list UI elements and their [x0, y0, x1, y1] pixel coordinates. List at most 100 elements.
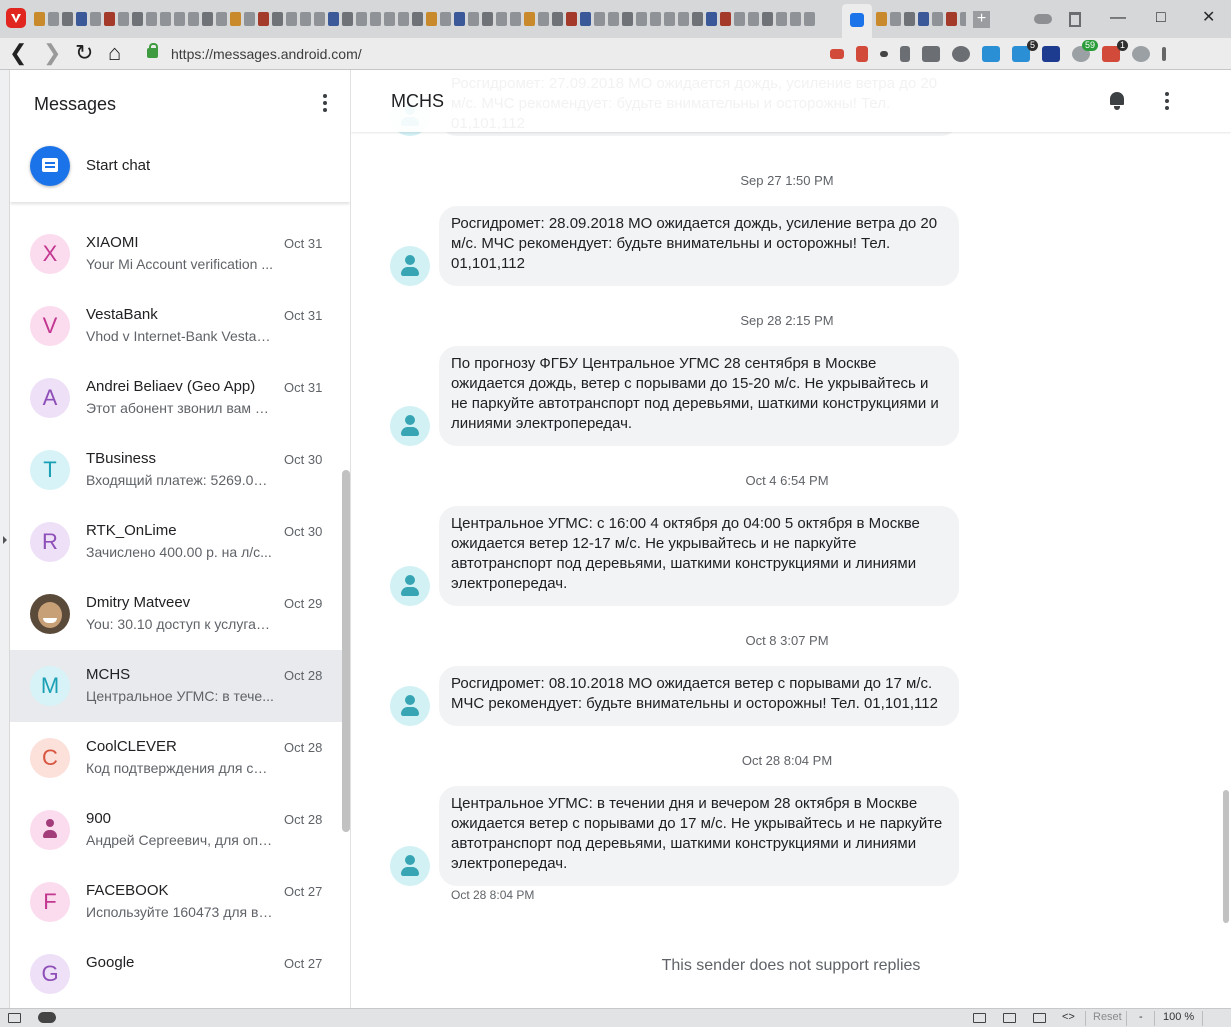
back-icon[interactable]: ❮: [9, 42, 27, 64]
extension-badge: 59: [1081, 40, 1098, 51]
conversation-preview: Используйте 160473 для вх...: [86, 904, 274, 920]
conversation-name: MCHS: [86, 666, 131, 683]
extension-badge: 1: [1116, 40, 1128, 51]
notifications-bell-icon[interactable]: [1109, 92, 1125, 110]
conversation-item[interactable]: M MCHS Центральное УГМС: в тече... Oct 28: [10, 650, 342, 722]
page-actions-icon[interactable]: <>: [1062, 1011, 1075, 1023]
avatar-letter: C: [30, 738, 70, 778]
notification-bell-icon[interactable]: [856, 46, 868, 62]
thread-scrollbar[interactable]: [1223, 790, 1229, 923]
conversation-date: Oct 31: [284, 380, 323, 395]
message-bubble[interactable]: Центральное УГМС: с 16:00 4 октября до 0…: [439, 506, 959, 606]
more-options-icon[interactable]: [323, 94, 327, 112]
message-bubble[interactable]: Росгидромет: 28.09.2018 МО ожидается дож…: [439, 206, 959, 286]
zoom-level[interactable]: 100 %: [1163, 1011, 1194, 1023]
contact-avatar-icon: [390, 846, 430, 886]
ublock-icon[interactable]: 1: [1102, 40, 1128, 62]
thread-more-options-icon[interactable]: [1165, 92, 1169, 110]
conversation-item[interactable]: T TBusiness Входящий платеж: 5269.00 ... Oc…: [10, 434, 342, 506]
conversation-preview: Центральное УГМС: в тече...: [86, 688, 274, 704]
url-field[interactable]: https://messages.android.com/: [171, 46, 362, 62]
extension-s-icon[interactable]: 5: [1012, 40, 1038, 62]
person-icon: [43, 819, 57, 841]
conversation-list: CConcertkz"Новогодняя Ёлка в Олимп...Nov…: [10, 162, 350, 1008]
conversation-name: Google: [86, 954, 135, 971]
conversation-item[interactable]: A Andrei Beliaev (Geo App) Этот абонент зв…: [10, 362, 342, 434]
avatar-letter: F: [30, 882, 70, 922]
pocket-icon[interactable]: [952, 46, 970, 62]
extension-jd-icon[interactable]: [922, 46, 940, 62]
address-bar: ❮ ❯ ↻ ⌂ https://messages.android.com/ 5 …: [0, 38, 1231, 70]
conversation-item[interactable]: 900 Андрей Сергеевич, для опл... Oct 28: [10, 794, 342, 866]
conversation-name: RTK_OnLime: [86, 522, 177, 539]
avatar-letter: G: [30, 954, 70, 994]
conversation-item[interactable]: V VestaBank Vhod v Internet-Bank VestaB...…: [10, 290, 342, 362]
more-extensions-icon[interactable]: [1162, 47, 1166, 61]
conversation-item[interactable]: F FACEBOOK Используйте 160473 для вх... Oct…: [10, 866, 342, 938]
conversation-name: FACEBOOK: [86, 882, 169, 899]
avatar-letter: X: [30, 234, 70, 274]
minimize-button[interactable]: —: [1110, 10, 1126, 26]
conversation-date: Oct 29: [284, 596, 323, 611]
conversation-name: 900: [86, 810, 112, 827]
conversation-date: Oct 30: [284, 452, 323, 467]
extension-window-icon[interactable]: [982, 46, 1000, 62]
screenshot-icon[interactable]: [973, 1013, 986, 1023]
conversation-preview: Vhod v Internet-Bank VestaB...: [86, 328, 274, 344]
conversation-item[interactable]: X XIAOMI Your Mi Account verification ... O…: [10, 218, 342, 290]
conversation-name: XIAOMI: [86, 234, 139, 251]
conversation-preview: Андрей Сергеевич, для опл...: [86, 832, 274, 848]
extension-badge: 5: [1026, 40, 1038, 51]
tab-strip-right[interactable]: [876, 12, 966, 28]
avatar-letter: A: [30, 378, 70, 418]
conversation-preview: Your Mi Account verification ...: [86, 256, 274, 272]
extension-bolt-icon[interactable]: [1132, 46, 1150, 62]
secure-lock-icon[interactable]: [147, 43, 158, 58]
tile-icon[interactable]: [1003, 1013, 1016, 1023]
message-timestamp: Oct 8 3:07 PM: [745, 633, 829, 648]
start-chat-button[interactable]: Start chat: [30, 146, 330, 186]
avatar-photo: [30, 594, 70, 634]
message-timestamp: Sep 28 2:15 PM: [740, 313, 834, 328]
reload-icon[interactable]: ↻: [75, 42, 93, 64]
panel-toggle-icon[interactable]: [8, 1013, 21, 1023]
sync-status-icon[interactable]: [38, 1012, 56, 1023]
conversation-date: Oct 27: [284, 884, 323, 899]
zoom-reset-button[interactable]: Reset: [1093, 1011, 1122, 1023]
maximize-button[interactable]: □: [1156, 10, 1166, 26]
contact-avatar-icon: [390, 246, 430, 286]
zoom-out-button[interactable]: -: [1139, 1011, 1143, 1023]
image-toggle-icon[interactable]: [1033, 1013, 1046, 1023]
panel-toggle[interactable]: [0, 70, 10, 1008]
sidebar-scrollbar[interactable]: [342, 470, 350, 832]
dropdown-icon[interactable]: [880, 51, 888, 57]
conversation-item[interactable]: Dmitry Matveev You: 30.10 доступ к услуга…: [10, 578, 342, 650]
conversation-item[interactable]: G Google Oct 27: [10, 938, 342, 1008]
conversation-name: VestaBank: [86, 306, 158, 323]
tab-messages-active[interactable]: [842, 4, 872, 38]
conversation-item[interactable]: R RTK_OnLime Зачислено 400.00 р. на л/с...…: [10, 506, 342, 578]
last-message-time: Oct 28 8:04 PM: [451, 888, 535, 902]
flag-icon[interactable]: [830, 49, 844, 59]
bookmark-icon[interactable]: [900, 46, 910, 62]
vivaldi-menu-icon[interactable]: [6, 8, 26, 28]
contact-avatar-icon: [390, 686, 430, 726]
messages-app: Messages Start chat CConcertkz"Новогодня…: [10, 70, 1231, 1008]
chat-bubble-icon: [30, 146, 70, 186]
conversation-item[interactable]: C CoolCLEVER Код подтверждения для см... Oc…: [10, 722, 342, 794]
tab-strip[interactable]: [34, 12, 839, 28]
extension-generic-icon[interactable]: 59: [1072, 40, 1098, 62]
home-icon[interactable]: ⌂: [108, 42, 121, 64]
no-reply-notice: This sender does not support replies: [661, 957, 921, 974]
message-bubble[interactable]: Росгидромет: 08.10.2018 МО ожидается вет…: [439, 666, 959, 726]
forward-icon[interactable]: ❯: [43, 42, 61, 64]
message-bubble[interactable]: Центральное УГМС: в течении дня и вечеро…: [439, 786, 959, 886]
close-window-button[interactable]: ✕: [1202, 10, 1215, 26]
new-tab-button[interactable]: +: [973, 11, 990, 28]
sync-cloud-icon[interactable]: [1034, 14, 1052, 24]
avatar-person-icon: [30, 810, 70, 850]
trash-icon[interactable]: [1069, 12, 1081, 27]
extension-cloud-icon[interactable]: [1042, 46, 1060, 62]
conversation-sidebar: Messages Start chat CConcertkz"Новогодня…: [10, 70, 351, 1008]
message-bubble[interactable]: По прогнозу ФГБУ Центральное УГМС 28 сен…: [439, 346, 959, 446]
